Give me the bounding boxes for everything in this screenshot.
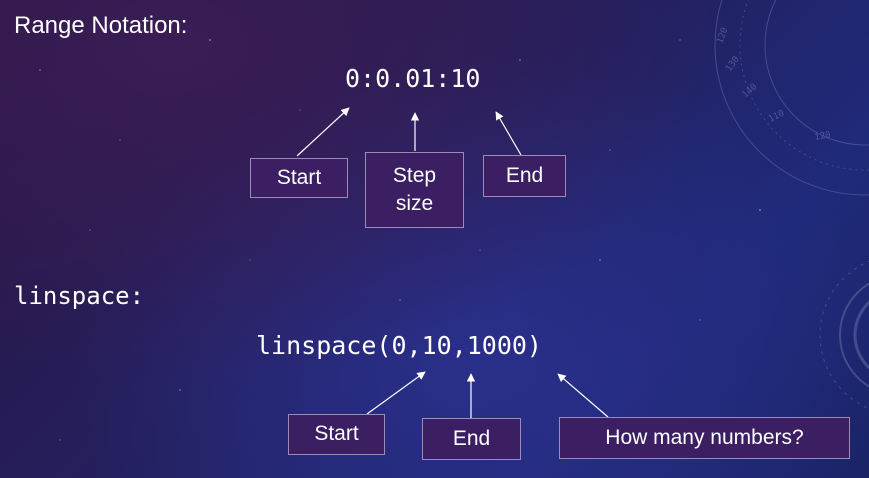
range-code: 0:0.01:10 (345, 64, 481, 93)
arrow-end (495, 111, 522, 156)
dial-numeral: 140 (741, 82, 760, 100)
dial-numeral: 130 (724, 55, 742, 74)
linspace-start-box: Start (288, 414, 385, 455)
range-notation-heading: Range Notation: (14, 12, 188, 39)
linspace-count-box: How many numbers? (559, 417, 850, 459)
range-start-label: Start (276, 165, 322, 189)
arrow-lin-start (366, 371, 426, 415)
dial-numeral: 120 (715, 26, 730, 45)
dial-numeral: 120 (814, 130, 832, 143)
dial-numeral: 110 (767, 109, 786, 125)
linspace-heading: linspace: (14, 282, 145, 310)
range-step-label: Step size (392, 163, 437, 215)
linspace-code: linspace(0,10,1000) (256, 331, 542, 360)
linspace-start-label: Start (314, 422, 359, 446)
linspace-count-label: How many numbers? (605, 425, 804, 449)
range-step-box: Step size (365, 152, 464, 228)
arrow-start (296, 107, 350, 157)
range-start-box: Start (250, 158, 348, 198)
range-end-box: End (483, 155, 566, 197)
range-end-label: End (505, 163, 544, 187)
linspace-end-box: End (422, 418, 521, 460)
linspace-end-label: End (452, 426, 491, 450)
arrow-lin-count (557, 373, 609, 418)
